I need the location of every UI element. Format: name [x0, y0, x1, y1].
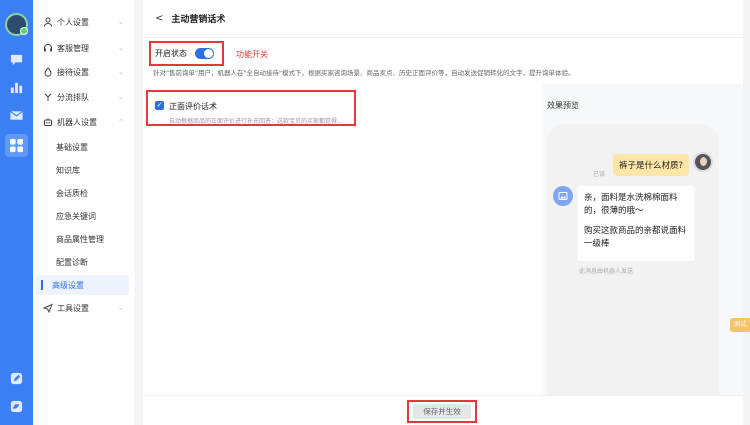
chevron-down-icon: ⌄ [118, 18, 124, 26]
user-avatar[interactable] [5, 13, 28, 36]
sidebar-item-label: 机器人设置 [57, 117, 97, 127]
split-icon [43, 92, 53, 102]
sidebar-sub-advanced[interactable]: 高级设置 [36, 275, 129, 295]
sidebar-item-queue[interactable]: 分流排队 ⌄ [33, 87, 136, 107]
sidebar-item-label: 客服管理 [57, 43, 89, 53]
sidebar-sub-diagnosis[interactable]: 配置诊断 [33, 252, 136, 272]
mail-icon[interactable] [9, 108, 24, 123]
page-scrollbar[interactable] [743, 0, 750, 425]
sidebar-sub-quality[interactable]: 会话质检 [33, 183, 136, 203]
preview-title: 效果预览 [547, 101, 579, 110]
toggle-annotation: 功能开关 [236, 50, 268, 59]
sidebar-item-label: 接待设置 [57, 67, 89, 77]
checkbox-checked-icon[interactable]: ✓ [155, 101, 164, 110]
page-title: 主动营销话术 [171, 15, 226, 25]
answer-bubble: 亲，面料是水洗棉棉面料的，很薄的哦～ 购买这款商品的亲都说面料一级棒 [577, 186, 695, 261]
apps-grid-icon[interactable] [5, 134, 28, 157]
sidebar-item-robot[interactable]: 机器人设置 ⌃ [33, 112, 136, 132]
chevron-down-icon: ⌄ [118, 44, 124, 52]
chat-icon[interactable] [9, 52, 24, 67]
bird-icon[interactable] [9, 399, 24, 414]
save-highlight: 保存并生效 [407, 400, 477, 423]
read-status: 已读 [593, 171, 606, 178]
sidebar-item-reception[interactable]: 接待设置 ⌄ [33, 62, 136, 82]
sidebar-sub-keywords[interactable]: 应急关键词 [33, 206, 136, 226]
person-icon [43, 17, 53, 27]
sidebar-item-label: 个人设置 [57, 17, 89, 27]
answer-line-1: 亲，面料是水洗棉棉面料的，很薄的哦～ [584, 193, 678, 216]
answer-line-2: 购买这款商品的亲都说面料一级棒 [584, 226, 687, 249]
enable-switch[interactable] [195, 48, 214, 59]
bot-avatar [553, 186, 573, 206]
option-desc: 自动根据商品的正面评价进行补充回答：这款宝贝的买家都觉得... [169, 118, 343, 125]
chevron-down-icon: ⌄ [118, 304, 124, 312]
chevron-down-icon: ⌄ [118, 68, 124, 76]
chevron-up-icon: ⌃ [118, 118, 124, 126]
back-icon[interactable]: < [155, 13, 163, 24]
chevron-down-icon: ⌄ [118, 93, 124, 101]
test-tab[interactable]: 测试 [730, 318, 750, 332]
toggle-highlight: 开启状态 [149, 41, 224, 66]
preview-phone: 裤子是什么材质? 已读 亲，面料是水洗棉棉面料的，很薄的哦～ 购买这款商品的亲都… [547, 124, 719, 395]
sidebar-item-personal[interactable]: 个人设置 ⌄ [33, 12, 136, 32]
customer-avatar [693, 152, 713, 172]
sidebar-sub-attributes[interactable]: 商品属性管理 [33, 229, 136, 249]
save-button[interactable]: 保存并生效 [413, 404, 471, 419]
feature-description: 针对"售前询单"用户，机器人在"全自动接待"模式下，根据买家咨询场景、商品卖点、… [153, 69, 575, 77]
option-label: 正面评价话术 [169, 102, 217, 111]
bar-chart-icon[interactable] [9, 80, 24, 95]
image-icon [558, 192, 568, 200]
sidebar-item-agents[interactable]: 客服管理 ⌄ [33, 38, 136, 58]
workspace: ✓ 正面评价话术 自动根据商品的正面评价进行补充回答：这款宝贝的买家都觉得...… [143, 84, 743, 395]
sidebar-sub-knowledge[interactable]: 知识库 [33, 160, 136, 180]
page-header: < 主动营销话术 [143, 0, 743, 38]
option-positive-review[interactable]: ✓ 正面评价话术 自动根据商品的正面评价进行补充回答：这款宝贝的买家都觉得... [146, 90, 356, 126]
sidebar-sub-basic[interactable]: 基础设置 [33, 137, 136, 157]
footer-bar: 保存并生效 [143, 395, 743, 425]
headset-icon [43, 43, 53, 53]
main-panel: < 主动营销话术 开启状态 功能开关 针对"售前询单"用户，机器人在"全自动接待… [143, 0, 743, 425]
icon-rail [0, 0, 33, 425]
flame-icon [43, 67, 53, 77]
sidebar-item-label: 工具设置 [57, 303, 89, 313]
edit-doc-icon[interactable] [9, 371, 24, 386]
sidebar-item-label: 分流排队 [57, 92, 89, 102]
sidebar-item-tools[interactable]: 工具设置 ⌄ [33, 298, 136, 318]
toggle-label: 开启状态 [155, 49, 187, 58]
options-panel: ✓ 正面评价话术 自动根据商品的正面评价进行补充回答：这款宝贝的买家都觉得... [143, 84, 543, 395]
sent-by-note: 此消息由机器人发送 [579, 268, 634, 275]
sidebar-menu: 个人设置 ⌄ 客服管理 ⌄ 接待设置 ⌄ 分流排队 ⌄ 机器人设置 ⌃ 基础设置… [33, 0, 136, 425]
send-icon [43, 303, 53, 313]
question-bubble: 裤子是什么材质? [613, 154, 689, 176]
robot-icon [43, 117, 53, 127]
